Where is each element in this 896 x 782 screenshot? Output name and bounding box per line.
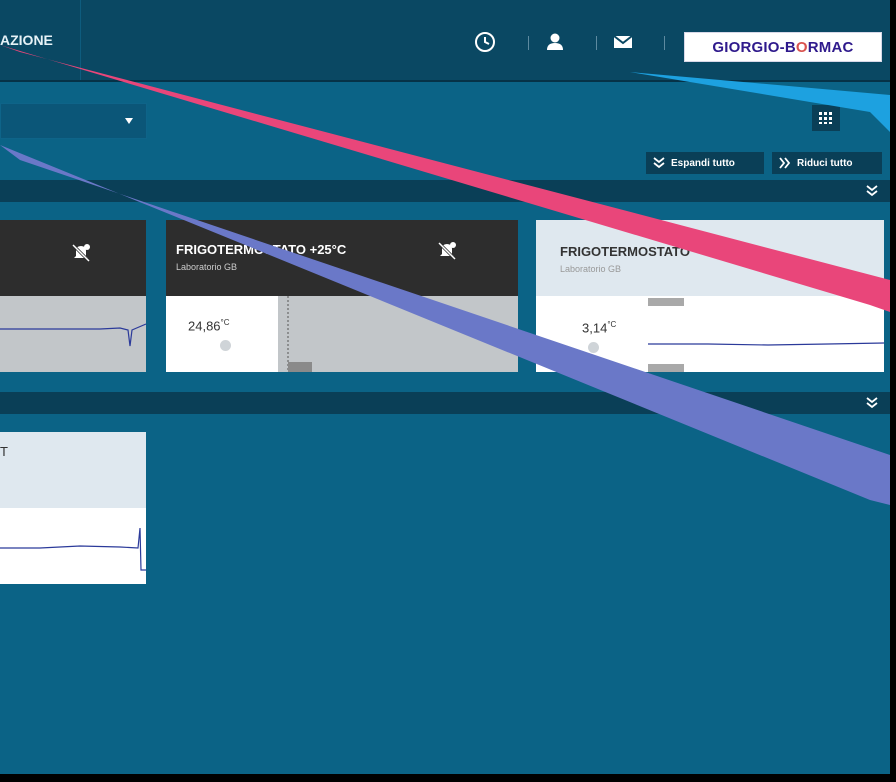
app-window: AZIONE GIORGIO-B O RMAC Espandi tutto Ri… (0, 0, 890, 774)
annotation-arrows (0, 45, 890, 505)
arrow-purple (0, 145, 890, 505)
arrow-blue (630, 72, 890, 132)
